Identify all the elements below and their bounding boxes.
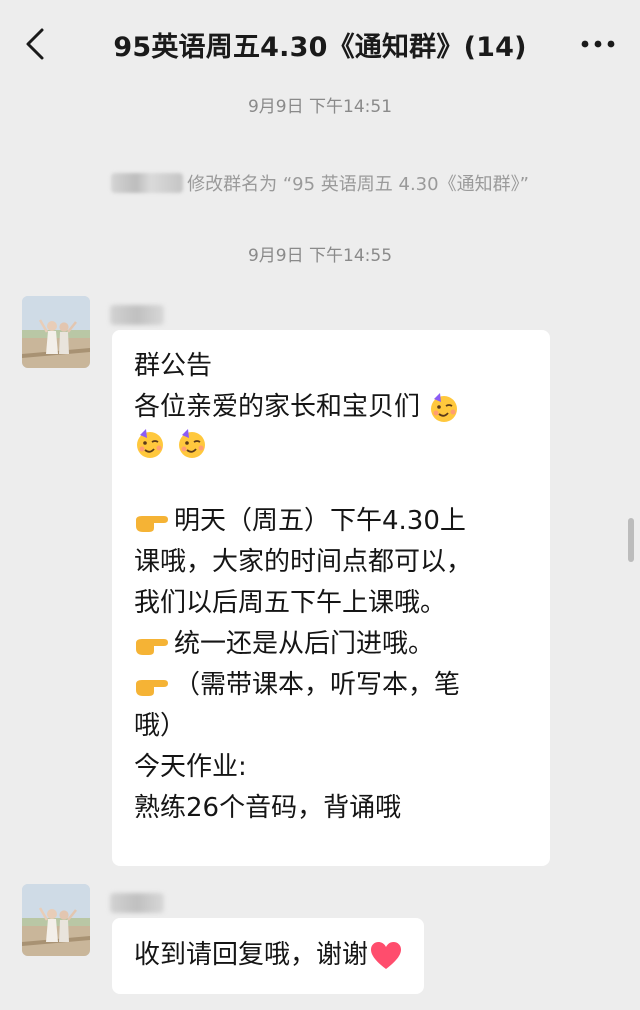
message-line-with-emoji: 各位亲爱的家长和宝贝们 <box>134 387 528 428</box>
more-button[interactable] <box>578 32 618 56</box>
message-line-text: （需带课本，听写本，笔 <box>174 670 461 700</box>
partying-face-icon <box>137 429 163 458</box>
sender-name-blurred <box>110 893 164 913</box>
sender-avatar[interactable] <box>22 296 90 368</box>
pointing-hand-icon <box>136 679 168 696</box>
message-line-with-pointer: 统一还是从后门进哦。 <box>134 624 528 665</box>
partying-face-icon <box>179 429 205 458</box>
timestamp: 9月9日 下午14:51 <box>247 97 393 117</box>
emoji-line <box>134 428 528 460</box>
scrollbar[interactable] <box>628 518 634 562</box>
system-notice-text: 修改群名为 “95 英语周五 4.30《通知群》” <box>187 174 529 195</box>
system-notice: 修改群名为 “95 英语周五 4.30《通知群》” <box>0 170 640 196</box>
more-dots-icon <box>581 40 615 48</box>
message-line-with-pointer: 明天（周五）下午4.30上 <box>134 501 528 542</box>
message-line-text: 统一还是从后门进哦。 <box>174 629 435 659</box>
message-line: 哦） <box>134 711 187 741</box>
timestamp: 9月9日 下午14:55 <box>247 246 393 266</box>
message-line: 今天作业: <box>134 752 247 782</box>
message-line-text: 明天（周五）下午4.30上 <box>174 506 466 536</box>
message-line: 课哦，大家的时间点都可以， <box>134 547 473 577</box>
message-line: 熟练26个音码，背诵哦 <box>134 793 402 823</box>
message-line: 我们以后周五下午上课哦。 <box>134 588 447 618</box>
message-bubble-announcement[interactable]: 群公告 各位亲爱的家长和宝贝们 明天（周五）下午4.30上 课哦，大家的时间点都… <box>112 330 550 866</box>
back-button[interactable] <box>20 26 50 62</box>
chat-header: 95英语周五4.30《通知群》(14) <box>0 0 640 88</box>
message-text: 收到请回复哦，谢谢 <box>134 940 369 970</box>
chat-screen: 95英语周五4.30《通知群》(14) 9月9日 下午14:51 修改群名为 “… <box>0 0 640 1010</box>
pointing-hand-icon <box>136 515 168 532</box>
blurred-member-name <box>111 173 184 193</box>
chevron-left-icon <box>26 28 44 60</box>
pointing-hand-icon <box>136 638 168 655</box>
message-line-text: 各位亲爱的家长和宝贝们 <box>134 392 421 422</box>
chat-title: 95英语周五4.30《通知群》(14) <box>113 31 527 63</box>
avatar-photo <box>22 296 90 368</box>
message-line: 群公告 <box>134 351 213 381</box>
message-line-with-pointer: （需带课本，听写本，笔 <box>134 665 528 706</box>
avatar-photo <box>22 884 90 956</box>
message-bubble[interactable]: 收到请回复哦，谢谢 <box>112 918 425 994</box>
sender-name-blurred <box>110 305 164 325</box>
partying-face-icon <box>431 392 458 422</box>
message-line-with-heart: 收到请回复哦，谢谢 <box>134 935 402 976</box>
sender-avatar[interactable] <box>22 884 90 956</box>
heart-icon <box>371 941 402 969</box>
